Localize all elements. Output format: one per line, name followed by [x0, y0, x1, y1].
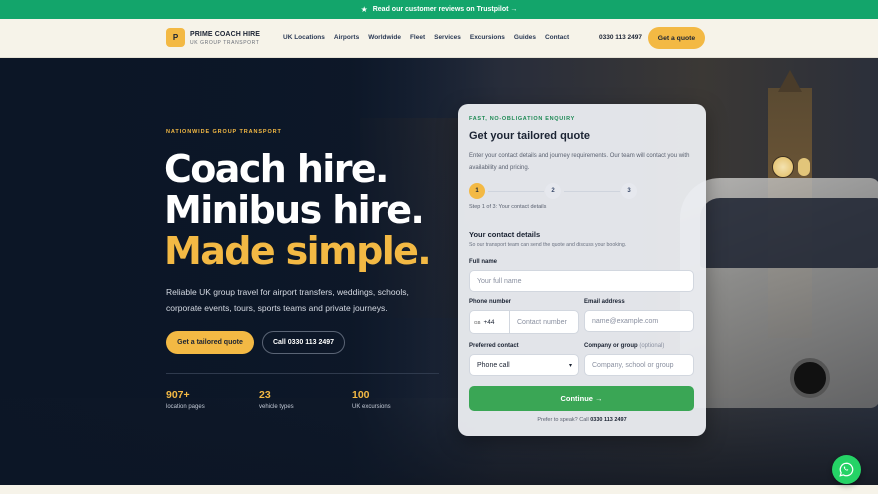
country-code: +44	[483, 318, 495, 326]
stat-label: UK excursions	[352, 404, 391, 410]
stat-label: vehicle types	[259, 404, 294, 410]
contact-section-title: Your contact details	[469, 230, 541, 239]
phone-label: Phone number	[469, 299, 512, 305]
star-icon: ★	[360, 5, 368, 14]
stat-value: 907+	[166, 389, 190, 401]
footer-phone-link[interactable]: 0330 113 2497	[590, 417, 626, 423]
email-input[interactable]: name@example.com	[584, 310, 694, 332]
step-1-indicator: 1	[469, 183, 485, 199]
form-title: Get your tailored quote	[469, 130, 591, 142]
nav-item-guides[interactable]: Guides	[514, 34, 536, 41]
clock-face	[772, 156, 794, 178]
step-caption: Step 1 of 3: Your contact details	[469, 204, 547, 210]
nav-item-services[interactable]: Services	[434, 34, 461, 41]
company-label-text: Company or group	[584, 343, 638, 349]
step-connector	[488, 191, 544, 192]
company-label: Company or group (optional)	[584, 343, 664, 349]
tailored-quote-button[interactable]: Get a tailored quote	[166, 331, 254, 354]
email-label: Email address	[584, 299, 625, 305]
stat-excursions: 100 UK excursions	[352, 389, 391, 410]
next-section-edge	[0, 485, 878, 494]
stat-value: 100	[352, 389, 370, 401]
brand-name[interactable]: PRIME COACH HIRE	[190, 31, 260, 38]
call-button[interactable]: Call 0330 113 2497	[262, 331, 345, 354]
nav-item-contact[interactable]: Contact	[545, 34, 569, 41]
continue-button[interactable]: Continue →	[469, 386, 694, 411]
trustpilot-banner[interactable]: ★ Read our customer reviews on Trustpilo…	[0, 0, 878, 19]
stats-divider	[166, 373, 439, 374]
form-eyebrow: FAST, NO-OBLIGATION ENQUIRY	[469, 116, 575, 122]
country-flag: GB	[474, 319, 481, 325]
clock-face-side	[798, 158, 810, 176]
chevron-down-icon: ▾	[568, 362, 572, 369]
form-footer: Prefer to speak? Call 0330 113 2497	[458, 417, 706, 423]
nav-item-airports[interactable]: Airports	[334, 34, 359, 41]
nav-links: UK Locations Airports Worldwide Fleet Se…	[283, 34, 569, 41]
step-2-indicator: 2	[545, 183, 561, 199]
preferred-contact-label: Preferred contact	[469, 343, 519, 349]
hero-description: Reliable UK group travel for airport tra…	[166, 287, 409, 313]
whatsapp-icon	[839, 462, 854, 477]
hero-heading-line-3: Made simple.	[164, 229, 432, 273]
step-3-indicator: 3	[621, 183, 637, 199]
clock-tower-spire	[778, 70, 802, 92]
stat-locations: 907+ location pages	[166, 389, 205, 410]
header-nav: P PRIME COACH HIRE UK GROUP TRANSPORT UK…	[0, 19, 878, 58]
contact-section-subtitle: So our transport team can send the quote…	[469, 242, 627, 248]
brand-tagline: UK GROUP TRANSPORT	[190, 40, 260, 46]
preferred-contact-value: Phone call	[477, 361, 510, 369]
form-description: Enter your contact details and journey r…	[469, 153, 690, 171]
logo-mark[interactable]: P	[166, 28, 185, 47]
country-code-select[interactable]: GB +44	[469, 310, 510, 334]
hero-heading-line-1: Coach hire.	[164, 147, 389, 191]
coach-wheel	[790, 358, 830, 398]
footer-text: Prefer to speak? Call	[537, 417, 589, 423]
nav-item-fleet[interactable]: Fleet	[410, 34, 425, 41]
preferred-contact-select[interactable]: Phone call ▾	[469, 354, 579, 376]
stat-label: location pages	[166, 404, 205, 410]
nav-item-excursions[interactable]: Excursions	[470, 34, 505, 41]
step-connector	[564, 191, 620, 192]
quote-form-card: FAST, NO-OBLIGATION ENQUIRY Get your tai…	[458, 104, 706, 436]
nav-phone-link[interactable]: 0330 113 2497	[599, 34, 642, 41]
full-name-label: Full name	[469, 259, 498, 265]
hero-eyebrow: NATIONWIDE GROUP TRANSPORT	[166, 129, 282, 135]
nav-item-worldwide[interactable]: Worldwide	[368, 34, 401, 41]
company-optional-text: (optional)	[639, 343, 665, 349]
get-quote-button[interactable]: Get a quote	[648, 27, 705, 49]
company-input[interactable]: Company, school or group	[584, 354, 694, 376]
hero-section: NATIONWIDE GROUP TRANSPORT Coach hire. M…	[0, 58, 878, 485]
nav-item-uk-locations[interactable]: UK Locations	[283, 34, 325, 41]
whatsapp-button[interactable]	[832, 455, 861, 484]
banner-text: Read our customer reviews on Trustpilot …	[372, 6, 518, 13]
full-name-input[interactable]: Your full name	[469, 270, 694, 292]
coach-windscreen	[700, 198, 878, 268]
stat-vehicles: 23 vehicle types	[259, 389, 294, 410]
phone-input[interactable]: Contact number	[509, 310, 579, 334]
stat-value: 23	[259, 389, 271, 401]
hero-heading-line-2: Minibus hire.	[164, 188, 425, 232]
